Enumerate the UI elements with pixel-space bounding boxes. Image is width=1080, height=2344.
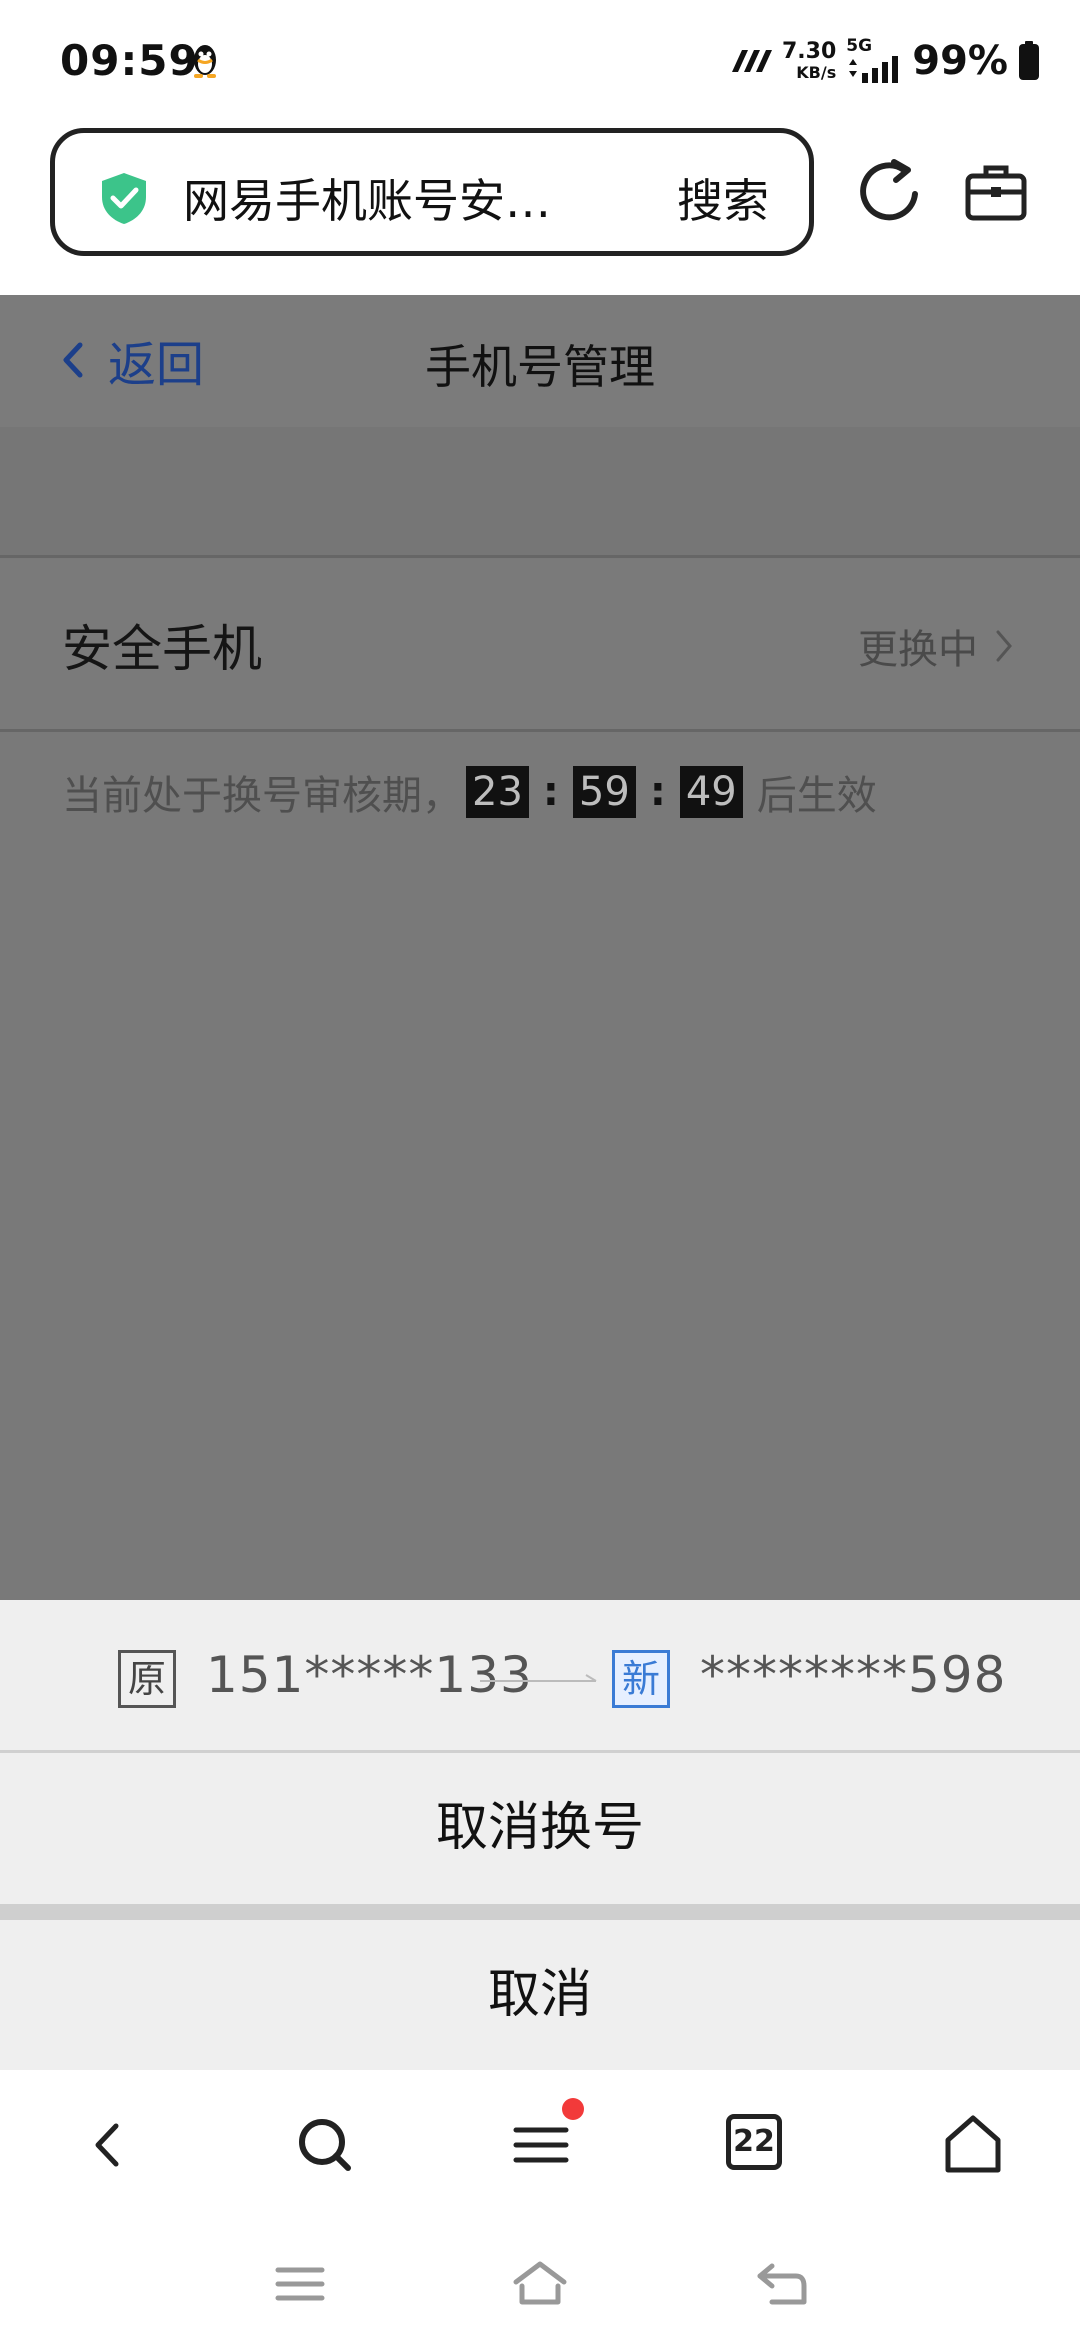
- browser-address-bar: 网易手机账号安… 搜索: [0, 120, 1080, 295]
- recents-icon[interactable]: [270, 2256, 330, 2312]
- secure-phone-row[interactable]: 安全手机 更换中: [0, 559, 1080, 729]
- browser-toolbar: 22: [0, 2070, 1080, 2220]
- number-change-row: 原 151*****133 新 ********598: [0, 1600, 1080, 1750]
- url-title: 网易手机账号安…: [183, 174, 551, 228]
- network-speed-unit: KB/s: [796, 63, 837, 82]
- wifi-activity-icon: [731, 50, 772, 72]
- shield-check-icon: [102, 173, 146, 224]
- notice-prefix: 当前处于换号审核期，: [62, 773, 462, 819]
- signal-group: 5G: [846, 35, 902, 85]
- url-field[interactable]: 网易手机账号安… 搜索: [50, 128, 814, 256]
- page-nav-bar: 返回 手机号管理: [0, 295, 1080, 427]
- search-icon[interactable]: [290, 2110, 360, 2180]
- divider: [0, 729, 1080, 732]
- new-number: ********598: [700, 1646, 1007, 1704]
- chevron-right-icon: [996, 630, 1012, 662]
- qq-icon: [194, 45, 216, 78]
- review-notice: 当前处于换号审核期， 23 : 59 : 49 后生效: [62, 763, 877, 821]
- status-indicators: 7.30 KB/s 5G 99%: [728, 36, 1040, 86]
- timer-separator: :: [649, 769, 666, 815]
- secure-phone-label: 安全手机: [62, 620, 262, 678]
- search-button[interactable]: 搜索: [677, 165, 769, 231]
- notification-dot: [562, 2098, 584, 2120]
- status-bar: 09:59 7.30 KB/s 5G 99%: [0, 0, 1080, 120]
- secure-phone-status: 更换中: [858, 617, 1014, 675]
- sheet-gap: [0, 1904, 1080, 1920]
- menu-button[interactable]: [506, 2098, 584, 2180]
- page-title: 手机号管理: [425, 340, 655, 394]
- menu-icon: [513, 2127, 569, 2163]
- network-speed: 7.30 KB/s: [782, 41, 836, 81]
- home-icon[interactable]: [938, 2110, 1008, 2180]
- timer-minutes: 59: [572, 766, 636, 818]
- new-tag: 新: [612, 1650, 670, 1708]
- network-speed-value: 7.30: [781, 39, 837, 64]
- cancel-change-button[interactable]: 取消换号: [0, 1753, 1080, 1903]
- old-tag: 原: [118, 1650, 176, 1708]
- divider: [0, 555, 1080, 558]
- back-arrow-icon[interactable]: [72, 2110, 142, 2180]
- action-sheet: 原 151*****133 新 ********598 取消换号 取消: [0, 1600, 1080, 2070]
- battery-percent: 99%: [912, 38, 1008, 84]
- timer-hours: 23: [466, 766, 529, 818]
- refresh-icon[interactable]: [856, 158, 922, 228]
- tabs-icon: 22: [726, 2114, 782, 2170]
- section-gap: [0, 427, 1080, 557]
- toolbox-icon[interactable]: [964, 160, 1028, 224]
- system-navigation-bar: [0, 2220, 1080, 2344]
- timer-seconds: 49: [679, 766, 743, 818]
- cancel-button[interactable]: 取消: [0, 1920, 1080, 2070]
- page-content: 返回 手机号管理 安全手机 更换中 当前处于换号审核期， 23 : 59 : 4…: [0, 295, 1080, 1600]
- network-type: 5G: [846, 35, 873, 56]
- battery-icon: [1019, 41, 1039, 80]
- notice-suffix: 后生效: [756, 773, 877, 819]
- arrow-right-icon: [480, 1674, 597, 1682]
- secure-phone-status-text: 更换中: [858, 627, 978, 673]
- signal-icon: [849, 55, 899, 83]
- tabs-button[interactable]: 22: [726, 2114, 796, 2184]
- timer-separator: :: [542, 769, 559, 815]
- system-home-icon[interactable]: [510, 2256, 570, 2312]
- status-time: 09:59: [60, 36, 199, 85]
- system-back-icon[interactable]: [752, 2256, 812, 2312]
